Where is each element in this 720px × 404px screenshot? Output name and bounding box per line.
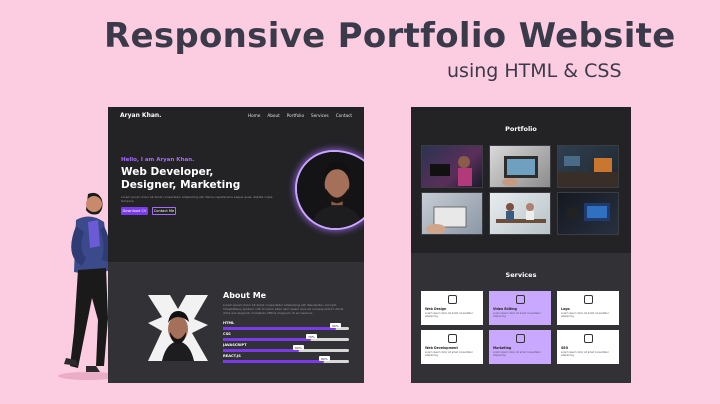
service-description: Lorem ipsum dolor sit amet consectetur a… bbox=[425, 312, 473, 318]
service-title: Web Design bbox=[425, 307, 447, 311]
hero-kicker: Hello, I am Aryan Khan. bbox=[121, 157, 195, 163]
skill-percent: 80% bbox=[319, 356, 330, 361]
service-description: Lorem ipsum dolor sit amet consectetur a… bbox=[493, 312, 541, 318]
service-card-video-editing[interactable]: Video Editing Lorem ipsum dolor sit amet… bbox=[489, 291, 551, 325]
skill-percent: 70% bbox=[306, 334, 317, 339]
service-card-web-development[interactable]: Web Development Lorem ipsum dolor sit am… bbox=[421, 330, 483, 364]
portfolio-image[interactable] bbox=[557, 145, 619, 188]
profile-portrait-icon bbox=[297, 152, 364, 228]
skill-percent: 60% bbox=[293, 345, 304, 350]
nav-link-services[interactable]: Services bbox=[311, 113, 329, 118]
service-title: SEO bbox=[561, 346, 569, 350]
portfolio-image[interactable] bbox=[489, 192, 551, 235]
about-photo bbox=[148, 295, 208, 361]
portfolio-image[interactable] bbox=[489, 145, 551, 188]
skill-javascript: JAVASCRIPT 60% bbox=[223, 343, 349, 354]
banner-subtitle: using HTML & CSS bbox=[447, 60, 622, 82]
skill-html: HTML 90% bbox=[223, 321, 349, 332]
skill-name: HTML bbox=[223, 321, 235, 325]
banner-title: Responsive Portfolio Website bbox=[104, 16, 676, 56]
service-card-logo[interactable]: Logo Lorem ipsum dolor sit amet consecte… bbox=[557, 291, 619, 325]
download-cv-button[interactable]: Download CV bbox=[121, 207, 148, 215]
portfolio-image[interactable] bbox=[421, 145, 483, 188]
contact-me-button[interactable]: Contact Me bbox=[152, 207, 176, 215]
skill-bar: 60% bbox=[223, 345, 349, 352]
nav-link-about[interactable]: About bbox=[267, 113, 279, 118]
services-title: Services bbox=[505, 271, 537, 279]
hero-title: Web Developer, Designer, Marketing bbox=[121, 166, 241, 191]
service-card-marketing[interactable]: Marketing Lorem ipsum dolor sit amet con… bbox=[489, 330, 551, 364]
skill-name: JAVASCRIPT bbox=[223, 343, 247, 347]
site-logo[interactable]: Aryan Khan. bbox=[120, 112, 161, 119]
video-icon bbox=[515, 295, 525, 304]
nav-links: Home About Portfolio Services Contact bbox=[248, 113, 352, 118]
service-description: Lorem ipsum dolor sit amet consectetur a… bbox=[561, 312, 609, 318]
monitor-icon bbox=[447, 295, 457, 304]
skill-bar-fill bbox=[223, 360, 324, 363]
search-icon bbox=[583, 334, 593, 343]
code-icon bbox=[447, 334, 457, 343]
service-title: Logo bbox=[561, 307, 570, 311]
marketing-icon bbox=[515, 334, 525, 343]
skill-css: CSS 70% bbox=[223, 332, 349, 343]
home-page-mockup: Aryan Khan. Home About Portfolio Service… bbox=[108, 107, 364, 383]
service-title: Marketing bbox=[493, 346, 512, 350]
portfolio-image[interactable] bbox=[421, 192, 483, 235]
skill-bar: 70% bbox=[223, 334, 349, 341]
skill-name: CSS bbox=[223, 332, 231, 336]
skill-bar-fill bbox=[223, 349, 299, 352]
service-description: Lorem ipsum dolor sit amet consectetur a… bbox=[493, 351, 541, 357]
skill-reactjs: REACT.JS 80% bbox=[223, 354, 349, 365]
skill-bar: 80% bbox=[223, 356, 349, 363]
portfolio-page-mockup: Portfolio Services Web Design Lorem ipsu… bbox=[411, 107, 631, 383]
logo-icon bbox=[583, 295, 593, 304]
about-description: Lorem ipsum dolor sit amet consectetur a… bbox=[223, 303, 344, 315]
about-portrait-icon bbox=[148, 295, 208, 361]
portfolio-image[interactable] bbox=[557, 192, 619, 235]
hero-profile-photo bbox=[295, 150, 364, 230]
navbar: Aryan Khan. Home About Portfolio Service… bbox=[108, 107, 364, 123]
service-card-web-design[interactable]: Web Design Lorem ipsum dolor sit amet co… bbox=[421, 291, 483, 325]
nav-link-contact[interactable]: Contact bbox=[336, 113, 352, 118]
skill-name: REACT.JS bbox=[223, 354, 241, 358]
skill-bar: 90% bbox=[223, 323, 349, 330]
service-title: Web Development bbox=[425, 346, 458, 350]
service-title: Video Editing bbox=[493, 307, 517, 311]
nav-link-portfolio[interactable]: Portfolio bbox=[287, 113, 304, 118]
service-description: Lorem ipsum dolor sit amet consectetur a… bbox=[561, 351, 609, 357]
skill-bar-fill bbox=[223, 327, 337, 330]
nav-link-home[interactable]: Home bbox=[248, 113, 260, 118]
service-description: Lorem ipsum dolor sit amet consectetur a… bbox=[425, 351, 473, 357]
about-title: About Me bbox=[223, 291, 267, 300]
hero-description: Lorem ipsum dolor sit amet consectetur a… bbox=[121, 195, 273, 203]
portfolio-title: Portfolio bbox=[505, 125, 537, 133]
skill-percent: 90% bbox=[330, 323, 341, 328]
service-card-seo[interactable]: SEO Lorem ipsum dolor sit amet consectet… bbox=[557, 330, 619, 364]
skill-bar-fill bbox=[223, 338, 312, 341]
